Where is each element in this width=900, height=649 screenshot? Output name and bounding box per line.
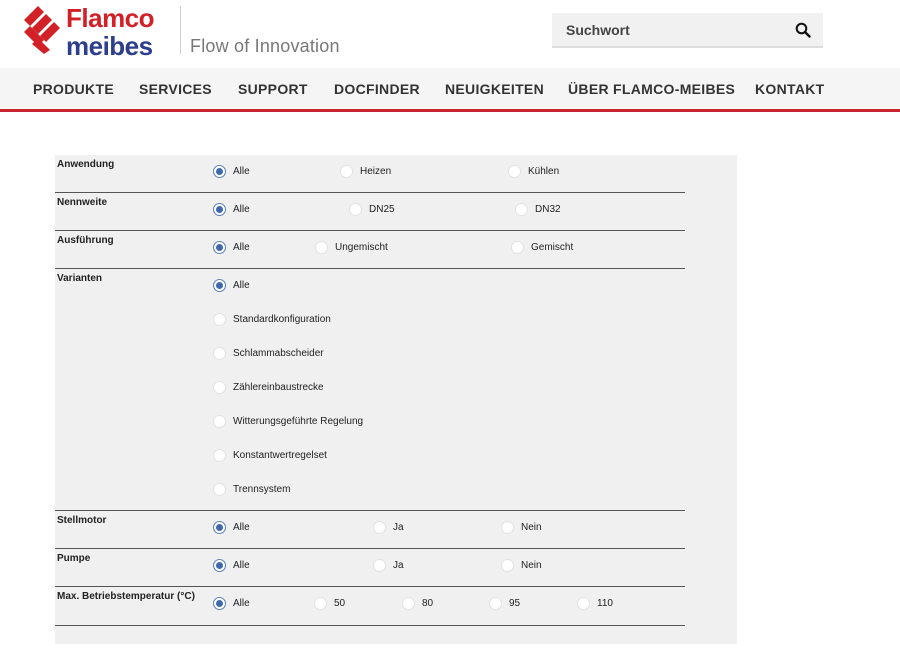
radio-button[interactable] [213,559,226,572]
radio-option[interactable]: Alle [213,165,250,178]
search-icon[interactable] [795,22,811,38]
radio-button[interactable] [213,241,226,254]
filter-row-stellmotor: Stellmotor Alle Ja Nein [55,511,685,549]
nav-item-neuigkeiten[interactable]: NEUIGKEITEN [445,81,544,97]
radio-option[interactable]: Alle [213,279,250,292]
radio-button[interactable] [511,241,524,254]
filter-row-max-betriebstemperatur: Max. Betriebstemperatur (°C) Alle 50 80 … [55,587,685,626]
filter-row-varianten: Varianten Alle Standardkonfiguration Sch… [55,269,685,511]
radio-button[interactable] [349,203,362,216]
radio-button[interactable] [515,203,528,216]
header-divider [180,6,181,54]
filter-label: Ausführung [57,235,114,246]
radio-button[interactable] [577,597,590,610]
filter-row-ausfuehrung: Ausführung Alle Ungemischt Gemischt [55,231,685,269]
radio-option[interactable]: 50 [314,597,345,610]
radio-button[interactable] [213,597,226,610]
nav-item-produkte[interactable]: PRODUKTE [33,81,114,97]
radio-option[interactable]: 95 [489,597,520,610]
radio-option[interactable]: Alle [213,203,250,216]
radio-button[interactable] [501,559,514,572]
nav-item-support[interactable]: SUPPORT [238,81,308,97]
filter-row-pumpe: Pumpe Alle Ja Nein [55,549,685,587]
radio-option[interactable]: Zählereinbaustrecke [213,381,324,394]
filter-label: Stellmotor [57,515,107,526]
radio-option[interactable]: Nein [501,521,542,534]
nav-item-kontakt[interactable]: KONTAKT [755,81,825,97]
radio-option[interactable]: 80 [402,597,433,610]
radio-option[interactable]: Schlammabscheider [213,347,324,360]
radio-option[interactable]: Alle [213,521,250,534]
radio-button[interactable] [402,597,415,610]
radio-button[interactable] [373,521,386,534]
nav-item-docfinder[interactable]: DOCFINDER [334,81,420,97]
radio-button[interactable] [213,415,226,428]
radio-option[interactable]: 110 [577,597,613,610]
brand-name-flamco: Flamco [66,3,155,33]
search-input[interactable] [552,13,782,46]
radio-option[interactable]: Alle [213,597,250,610]
filter-label: Anwendung [57,159,115,170]
radio-option[interactable]: Nein [501,559,542,572]
radio-button[interactable] [314,597,327,610]
radio-option[interactable]: DN25 [349,203,395,216]
filter-row-nennweite: Nennweite Alle DN25 DN32 [55,193,685,231]
filter-label: Varianten [57,273,103,284]
main-navigation: PRODUKTE SERVICES SUPPORT DOCFINDER NEUI… [0,68,900,112]
radio-option[interactable]: Ja [373,521,404,534]
flamco-meibes-logo[interactable]: Flamco meibes [22,3,182,61]
radio-button[interactable] [213,449,226,462]
radio-button[interactable] [315,241,328,254]
radio-button[interactable] [213,483,226,496]
radio-button[interactable] [213,521,226,534]
radio-button[interactable] [508,165,521,178]
radio-button[interactable] [501,521,514,534]
radio-option[interactable]: Ja [373,559,404,572]
radio-button[interactable] [213,165,226,178]
radio-button[interactable] [213,279,226,292]
radio-option[interactable]: DN32 [515,203,561,216]
brand-name-meibes: meibes [66,31,153,61]
radio-button[interactable] [213,203,226,216]
radio-option[interactable]: Ungemischt [315,241,388,254]
radio-option[interactable]: Kühlen [508,165,559,178]
radio-button[interactable] [213,381,226,394]
tagline: Flow of Innovation [190,36,340,56]
radio-button[interactable] [213,347,226,360]
filter-label: Nennweite [57,197,108,208]
radio-button[interactable] [373,559,386,572]
radio-option[interactable]: Heizen [340,165,391,178]
radio-option[interactable]: Alle [213,241,250,254]
radio-button[interactable] [489,597,502,610]
radio-option[interactable]: Trennsystem [213,483,290,496]
nav-item-ueber-flamco-meibes[interactable]: ÜBER FLAMCO-MEIBES [568,81,735,97]
site-header: Flamco meibes Flow of Innovation [0,0,900,68]
radio-button[interactable] [340,165,353,178]
filter-row-anwendung: Anwendung Alle Heizen Kühlen [55,155,685,193]
filter-panel: Anwendung Alle Heizen Kühlen Nennweite A… [55,155,737,644]
radio-option[interactable]: Gemischt [511,241,573,254]
radio-option[interactable]: Witterungsgeführte Regelung [213,415,363,428]
radio-button[interactable] [213,313,226,326]
radio-option[interactable]: Alle [213,559,250,572]
radio-option[interactable]: Konstantwertregelset [213,449,327,462]
nav-item-services[interactable]: SERVICES [139,81,212,97]
filter-label: Pumpe [57,553,91,564]
filter-label: Max. Betriebstemperatur (°C) [57,591,195,602]
search-box [552,13,823,48]
radio-option[interactable]: Standardkonfiguration [213,313,331,326]
logo-mark-icon [24,6,60,54]
